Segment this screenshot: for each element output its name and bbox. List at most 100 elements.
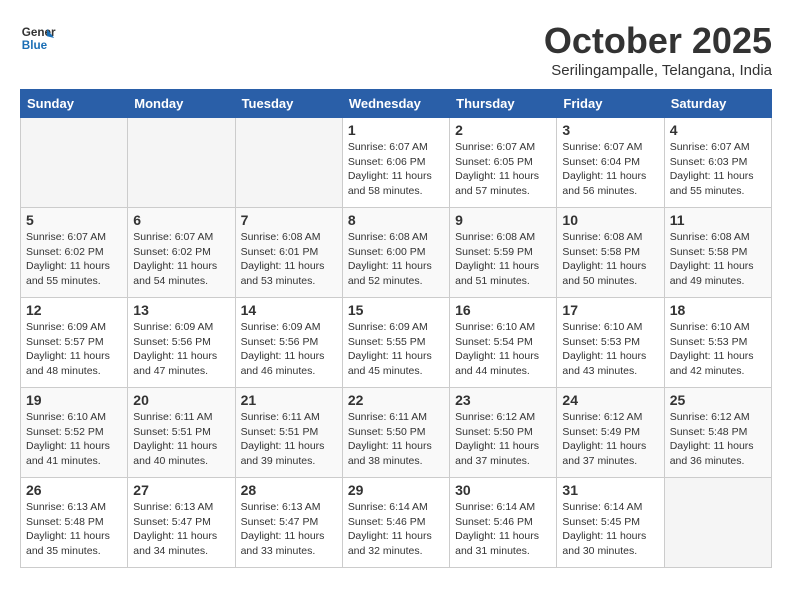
day-number: 15 <box>348 302 444 318</box>
calendar-day-cell: 18Sunrise: 6:10 AM Sunset: 5:53 PM Dayli… <box>664 298 771 388</box>
calendar-day-cell: 17 Sunrise: 6:10 AM Sunset: 5:53 PM Dayli… <box>557 298 664 388</box>
calendar-day-cell: 16Sunrise: 6:10 AM Sunset: 5:54 PM Dayli… <box>450 298 557 388</box>
day-info: Sunrise: 6:08 AM Sunset: 5:59 PM Dayligh… <box>455 230 551 289</box>
calendar-week-row: 1Sunrise: 6:07 AM Sunset: 6:06 PM Daylig… <box>21 118 772 208</box>
day-number: 12 <box>26 302 122 318</box>
day-info: Sunrise: 6:13 AM Sunset: 5:48 PM Dayligh… <box>26 500 122 559</box>
calendar-day-cell: 29Sunrise: 6:14 AM Sunset: 5:46 PM Dayli… <box>342 478 449 568</box>
day-info: Sunrise: 6:09 AM Sunset: 5:57 PM Dayligh… <box>26 320 122 379</box>
day-info: Sunrise: 6:12 AM Sunset: 5:50 PM Dayligh… <box>455 410 551 469</box>
calendar-day-cell: 20Sunrise: 6:11 AM Sunset: 5:51 PM Dayli… <box>128 388 235 478</box>
day-number: 5 <box>26 212 122 228</box>
day-number: 22 <box>348 392 444 408</box>
day-info: Sunrise: 6:13 AM Sunset: 5:47 PM Dayligh… <box>241 500 337 559</box>
day-number: 19 <box>26 392 122 408</box>
day-number: 27 <box>133 482 229 498</box>
day-number: 8 <box>348 212 444 228</box>
calendar-week-row: 19 Sunrise: 6:10 AM Sunset: 5:52 PM Dayli… <box>21 388 772 478</box>
day-info: Sunrise: 6:07 AM Sunset: 6:05 PM Dayligh… <box>455 140 551 199</box>
calendar-day-cell: 28 Sunrise: 6:13 AM Sunset: 5:47 PM Dayli… <box>235 478 342 568</box>
calendar-day-cell: 9 Sunrise: 6:08 AM Sunset: 5:59 PM Daylig… <box>450 208 557 298</box>
day-info: Sunrise: 6:10 AM Sunset: 5:52 PM Dayligh… <box>26 410 122 469</box>
calendar-day-cell: 6 Sunrise: 6:07 AM Sunset: 6:02 PM Daylig… <box>128 208 235 298</box>
page-header: General Blue October 2025 Serilingampall… <box>20 20 772 79</box>
calendar-day-cell: 13Sunrise: 6:09 AM Sunset: 5:56 PM Dayli… <box>128 298 235 388</box>
day-info: Sunrise: 6:07 AM Sunset: 6:02 PM Dayligh… <box>133 230 229 289</box>
day-info: Sunrise: 6:08 AM Sunset: 5:58 PM Dayligh… <box>562 230 658 289</box>
calendar-day-cell: 24 Sunrise: 6:12 AM Sunset: 5:49 PM Dayli… <box>557 388 664 478</box>
calendar-day-cell: 15 Sunrise: 6:09 AM Sunset: 5:55 PM Dayli… <box>342 298 449 388</box>
calendar-day-cell: 22Sunrise: 6:11 AM Sunset: 5:50 PM Dayli… <box>342 388 449 478</box>
svg-text:Blue: Blue <box>22 39 48 52</box>
day-number: 9 <box>455 212 551 228</box>
day-number: 3 <box>562 122 658 138</box>
calendar-day-cell: 26 Sunrise: 6:13 AM Sunset: 5:48 PM Dayli… <box>21 478 128 568</box>
location-subtitle: Serilingampalle, Telangana, India <box>544 62 772 79</box>
day-info: Sunrise: 6:08 AM Sunset: 5:58 PM Dayligh… <box>670 230 766 289</box>
calendar-day-cell: 19 Sunrise: 6:10 AM Sunset: 5:52 PM Dayli… <box>21 388 128 478</box>
day-of-week-header: Saturday <box>664 90 771 118</box>
title-block: October 2025 Serilingampalle, Telangana,… <box>544 20 772 79</box>
calendar-day-cell <box>235 118 342 208</box>
calendar-day-cell: 1Sunrise: 6:07 AM Sunset: 6:06 PM Daylig… <box>342 118 449 208</box>
day-number: 30 <box>455 482 551 498</box>
day-info: Sunrise: 6:07 AM Sunset: 6:04 PM Dayligh… <box>562 140 658 199</box>
day-info: Sunrise: 6:08 AM Sunset: 6:00 PM Dayligh… <box>348 230 444 289</box>
calendar-day-cell: 27 Sunrise: 6:13 AM Sunset: 5:47 PM Dayli… <box>128 478 235 568</box>
calendar-table: SundayMondayTuesdayWednesdayThursdayFrid… <box>20 89 772 568</box>
day-number: 6 <box>133 212 229 228</box>
day-info: Sunrise: 6:09 AM Sunset: 5:55 PM Dayligh… <box>348 320 444 379</box>
calendar-week-row: 12 Sunrise: 6:09 AM Sunset: 5:57 PM Dayli… <box>21 298 772 388</box>
day-number: 13 <box>133 302 229 318</box>
day-number: 24 <box>562 392 658 408</box>
month-title: October 2025 <box>544 20 772 62</box>
day-number: 10 <box>562 212 658 228</box>
day-number: 1 <box>348 122 444 138</box>
day-number: 21 <box>241 392 337 408</box>
calendar-day-cell: 30 Sunrise: 6:14 AM Sunset: 5:46 PM Dayli… <box>450 478 557 568</box>
day-number: 26 <box>26 482 122 498</box>
calendar-week-row: 26 Sunrise: 6:13 AM Sunset: 5:48 PM Dayli… <box>21 478 772 568</box>
logo-icon: General Blue <box>20 20 56 56</box>
calendar-week-row: 5 Sunrise: 6:07 AM Sunset: 6:02 PM Daylig… <box>21 208 772 298</box>
day-info: Sunrise: 6:14 AM Sunset: 5:45 PM Dayligh… <box>562 500 658 559</box>
calendar-day-cell: 31Sunrise: 6:14 AM Sunset: 5:45 PM Dayli… <box>557 478 664 568</box>
day-of-week-header: Friday <box>557 90 664 118</box>
day-of-week-header: Monday <box>128 90 235 118</box>
calendar-day-cell <box>128 118 235 208</box>
day-number: 4 <box>670 122 766 138</box>
calendar-day-cell: 10 Sunrise: 6:08 AM Sunset: 5:58 PM Dayli… <box>557 208 664 298</box>
calendar-day-cell: 3 Sunrise: 6:07 AM Sunset: 6:04 PM Daylig… <box>557 118 664 208</box>
day-number: 25 <box>670 392 766 408</box>
day-info: Sunrise: 6:11 AM Sunset: 5:51 PM Dayligh… <box>241 410 337 469</box>
calendar-day-cell: 8 Sunrise: 6:08 AM Sunset: 6:00 PM Daylig… <box>342 208 449 298</box>
day-of-week-header: Tuesday <box>235 90 342 118</box>
day-number: 11 <box>670 212 766 228</box>
day-info: Sunrise: 6:14 AM Sunset: 5:46 PM Dayligh… <box>455 500 551 559</box>
day-number: 23 <box>455 392 551 408</box>
day-info: Sunrise: 6:14 AM Sunset: 5:46 PM Dayligh… <box>348 500 444 559</box>
day-info: Sunrise: 6:10 AM Sunset: 5:53 PM Dayligh… <box>670 320 766 379</box>
calendar-day-cell: 14 Sunrise: 6:09 AM Sunset: 5:56 PM Dayli… <box>235 298 342 388</box>
calendar-day-cell: 12 Sunrise: 6:09 AM Sunset: 5:57 PM Dayli… <box>21 298 128 388</box>
day-info: Sunrise: 6:12 AM Sunset: 5:48 PM Dayligh… <box>670 410 766 469</box>
day-info: Sunrise: 6:10 AM Sunset: 5:53 PM Dayligh… <box>562 320 658 379</box>
day-info: Sunrise: 6:08 AM Sunset: 6:01 PM Dayligh… <box>241 230 337 289</box>
day-info: Sunrise: 6:11 AM Sunset: 5:51 PM Dayligh… <box>133 410 229 469</box>
day-number: 28 <box>241 482 337 498</box>
logo: General Blue <box>20 20 56 56</box>
day-number: 14 <box>241 302 337 318</box>
calendar-day-cell: 23 Sunrise: 6:12 AM Sunset: 5:50 PM Dayli… <box>450 388 557 478</box>
day-info: Sunrise: 6:13 AM Sunset: 5:47 PM Dayligh… <box>133 500 229 559</box>
day-info: Sunrise: 6:12 AM Sunset: 5:49 PM Dayligh… <box>562 410 658 469</box>
calendar-day-cell: 2Sunrise: 6:07 AM Sunset: 6:05 PM Daylig… <box>450 118 557 208</box>
calendar-day-cell: 5Sunrise: 6:07 AM Sunset: 6:02 PM Daylig… <box>21 208 128 298</box>
day-info: Sunrise: 6:09 AM Sunset: 5:56 PM Dayligh… <box>241 320 337 379</box>
calendar-day-cell: 25 Sunrise: 6:12 AM Sunset: 5:48 PM Dayli… <box>664 388 771 478</box>
days-header-row: SundayMondayTuesdayWednesdayThursdayFrid… <box>21 90 772 118</box>
day-number: 7 <box>241 212 337 228</box>
calendar-day-cell: 11 Sunrise: 6:08 AM Sunset: 5:58 PM Dayli… <box>664 208 771 298</box>
day-number: 17 <box>562 302 658 318</box>
day-of-week-header: Wednesday <box>342 90 449 118</box>
day-of-week-header: Thursday <box>450 90 557 118</box>
